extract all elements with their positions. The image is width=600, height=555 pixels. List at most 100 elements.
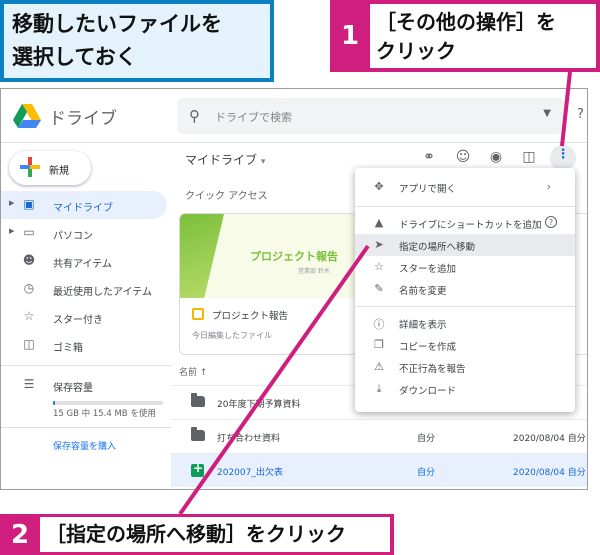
sidebar-item-label: パソコン (53, 231, 93, 242)
step1-line1: ［その他の操作］を (376, 10, 556, 34)
preview-eye-icon[interactable]: ◉ (486, 149, 506, 165)
card-file-name: プロジェクト報告 (212, 311, 289, 322)
menu-item-report-abuse[interactable]: ⚠ 不正行為を報告 (355, 356, 575, 378)
menu-item-rename[interactable]: ✎ 名前を変更 (355, 278, 575, 300)
menu-item-make-copy[interactable]: ❐ コピーを作成 (355, 334, 575, 356)
storage-bar-fill (53, 401, 56, 405)
intro-callout-box: 移動したいファイルを 選択しておく (4, 4, 270, 78)
sidebar-item-starred[interactable]: ☆ スター付き (1, 303, 167, 331)
link-icon[interactable]: ⚭ (419, 149, 439, 165)
more-vert-icon: ⋮ (556, 147, 570, 162)
search-icon[interactable]: ⚲ (189, 107, 200, 125)
sidebar-item-label: 共有アイテム (53, 259, 112, 270)
menu-item-label: ダウンロード (399, 386, 457, 397)
step1-callout-box: ［その他の操作］を クリック (370, 4, 596, 68)
star-icon: ☆ (23, 309, 35, 323)
column-header-name[interactable]: 名前 ↑ (179, 365, 207, 378)
thumbnail-decoration (180, 214, 224, 298)
file-row[interactable]: 打ち合わせ資料 自分 2020/08/04 自分 (171, 419, 587, 453)
people-icon: ☻ (22, 253, 36, 267)
storage-bar (53, 401, 163, 405)
sidebar-item-label: ゴミ箱 (53, 343, 83, 354)
menu-item-label: 詳細を表示 (399, 320, 447, 331)
intro-callout-line1: 移動したいファイルを (12, 12, 222, 36)
sidebar-item-label: 最近使用したアイテム (53, 287, 152, 298)
help-icon[interactable]: ? (545, 216, 557, 228)
menu-item-label: 指定の場所へ移動 (399, 242, 476, 253)
menu-item-download[interactable]: ⤓ ダウンロード (355, 378, 575, 400)
file-owner: 自分 (417, 434, 436, 444)
buy-storage-link[interactable]: 保存容量を購入 (53, 439, 116, 452)
storage-usage-text: 15 GB 中 15.4 MB を使用 (53, 409, 156, 419)
menu-item-open-with[interactable]: ✥ アプリで開く › (355, 176, 575, 198)
menu-item-label: アプリで開く (399, 184, 457, 195)
info-icon: ⓘ (373, 318, 385, 331)
sheets-file-icon (191, 461, 204, 477)
plus-icon (20, 157, 40, 177)
sidebar-item-storage[interactable]: ☰ 保存容量 (1, 371, 167, 399)
search-options-icon[interactable]: ▼ (543, 108, 551, 119)
menu-item-details[interactable]: ⓘ 詳細を表示 (355, 312, 575, 334)
breadcrumb-label: マイドライブ (185, 153, 258, 167)
expand-icon[interactable]: ▶ (9, 227, 14, 235)
step1-callout: 1 ［その他の操作］を クリック (330, 0, 600, 72)
search-bar[interactable]: ⚲ ドライブで検索 ▼ (177, 98, 565, 134)
step1-number: 1 (340, 21, 360, 51)
breadcrumb[interactable]: マイドライブ ▾ (185, 151, 265, 168)
intro-callout: 移動したいファイルを 選択しておく (0, 0, 274, 82)
search-input[interactable]: ドライブで検索 (215, 109, 292, 125)
share-person-icon[interactable]: ☺ (453, 149, 473, 165)
menu-item-label: スターを追加 (399, 264, 457, 275)
step2-number: 2 (10, 519, 30, 550)
step2-callout: 2 ［指定の場所へ移動］をクリック (0, 514, 394, 555)
app-title: ドライブ (49, 109, 117, 129)
file-name: 打ち合わせ資料 (217, 434, 281, 444)
file-modified: 2020/08/04 自分 (513, 468, 586, 478)
move-arrows-icon: ✥ (374, 180, 384, 193)
sidebar-divider (1, 365, 171, 366)
folder-icon (191, 393, 205, 407)
sidebar-item-my-drive[interactable]: ▶ ▣ マイドライブ (1, 191, 167, 219)
sidebar-item-trash[interactable]: ◫ ゴミ箱 (1, 331, 167, 359)
computer-icon: ▭ (23, 225, 35, 239)
sidebar-item-shared[interactable]: ☻ 共有アイテム (1, 247, 167, 275)
help-icon[interactable]: ? (577, 107, 584, 122)
menu-item-label: 名前を変更 (399, 286, 447, 297)
drive-shortcut-icon: ▲ (374, 216, 384, 229)
delete-trash-icon[interactable]: ◫ (519, 149, 539, 165)
drive-logo-icon (13, 104, 41, 128)
menu-item-label: ドライブにショートカットを追加 (399, 220, 542, 231)
sidebar-item-recent[interactable]: ◷ 最近使用したアイテム (1, 275, 167, 303)
drive-icon: ▣ (23, 197, 35, 211)
new-button-label: 新規 (49, 166, 69, 177)
card-thumbnail: プロジェクト報告 営業部 鈴木 (180, 214, 356, 298)
storage-label: 保存容量 (53, 383, 93, 394)
new-button[interactable]: 新規 (9, 151, 91, 185)
step1-line2: クリック (376, 39, 456, 63)
menu-item-label: 不正行為を報告 (399, 364, 466, 375)
chevron-right-icon: › (546, 180, 551, 193)
chevron-down-icon: ▾ (260, 157, 266, 167)
sidebar-item-label: スター付き (53, 315, 103, 326)
file-owner: 自分 (417, 468, 436, 478)
menu-item-add-star[interactable]: ☆ スターを追加 (355, 256, 575, 278)
menu-item-move-to[interactable]: ➤ 指定の場所へ移動 (355, 234, 575, 256)
download-icon: ⤓ (376, 382, 382, 395)
step2-text: ［指定の場所へ移動］をクリック (40, 517, 390, 552)
card-meta: 今日編集したファイル (192, 331, 272, 340)
quick-access-card[interactable]: プロジェクト報告 営業部 鈴木 プロジェクト報告 今日編集したファイル (179, 213, 357, 355)
intro-callout-line2: 選択しておく (12, 45, 137, 69)
expand-icon[interactable]: ▶ (9, 199, 14, 207)
menu-item-add-shortcut[interactable]: ▲ ドライブにショートカットを追加 ? (355, 212, 575, 234)
menu-divider (355, 206, 575, 207)
file-modified: 2020/08/04 自分 (513, 434, 586, 444)
sidebar-item-label: マイドライブ (53, 203, 113, 214)
storage-icon: ☰ (23, 377, 35, 391)
trash-icon: ◫ (23, 337, 35, 351)
star-icon: ☆ (374, 260, 384, 273)
file-row-selected[interactable]: 202007_出欠表 自分 2020/08/04 自分 (171, 453, 587, 487)
sidebar-item-computers[interactable]: ▶ ▭ パソコン (1, 219, 167, 247)
menu-item-label: コピーを作成 (399, 342, 457, 353)
sidebar: 新規 ▶ ▣ マイドライブ ▶ ▭ パソコン ☻ 共有アイテム ◷ 最近使用した… (1, 145, 171, 489)
thumbnail-title: プロジェクト報告 (250, 250, 338, 263)
